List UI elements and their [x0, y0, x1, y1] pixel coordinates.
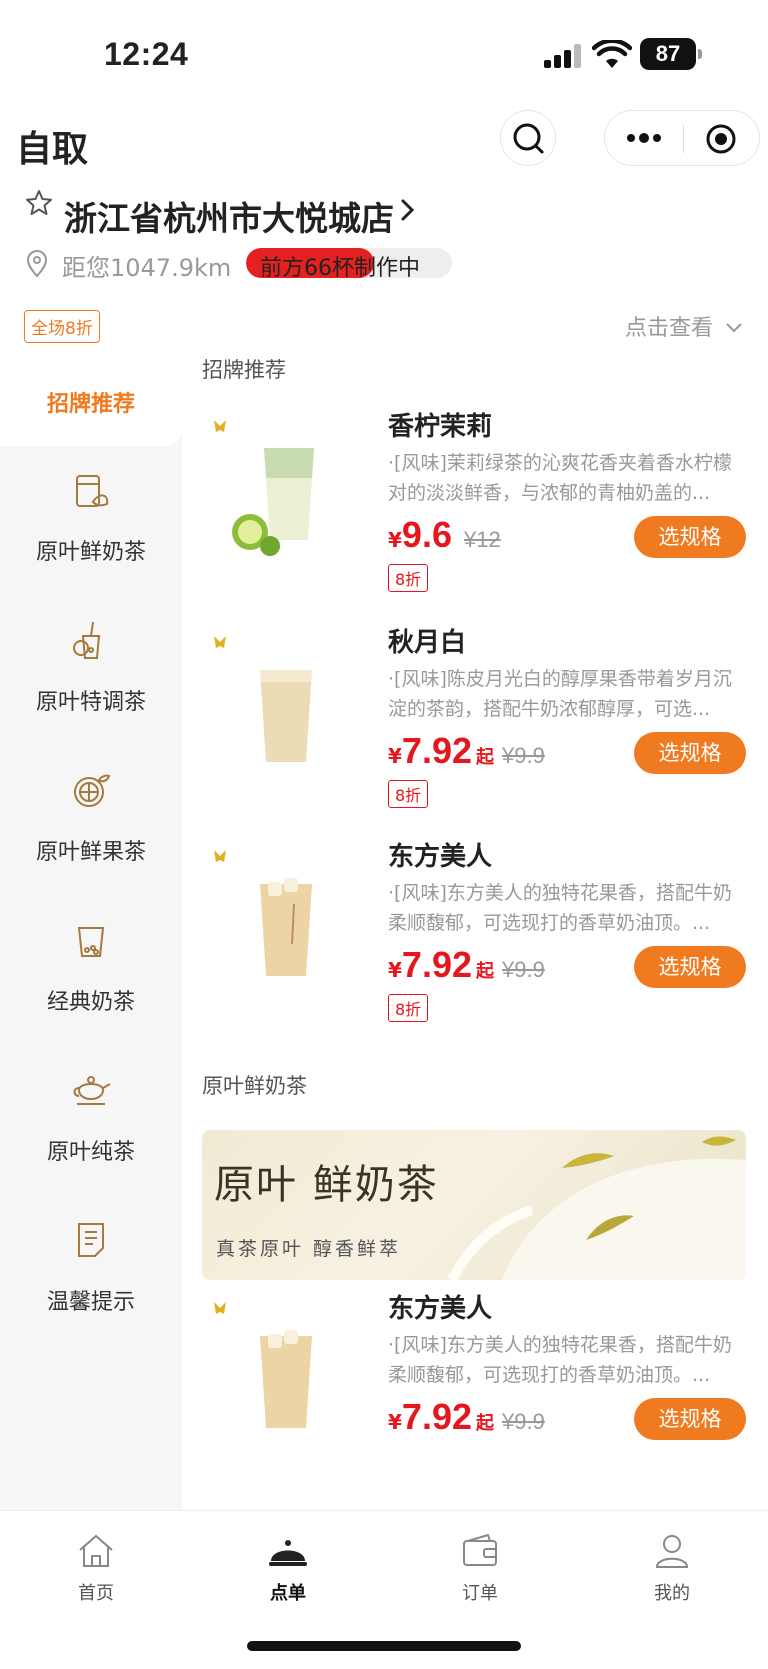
discount-badge: 8折: [388, 780, 429, 808]
sidebar-item-notice[interactable]: 温馨提示: [0, 1196, 182, 1346]
product-price: ¥7.92 起 ¥9.9: [388, 730, 545, 771]
banner-subtitle: 真茶原叶 醇香鲜萃: [216, 1238, 402, 1260]
tab-label: 我的: [654, 1583, 690, 1604]
sidebar-item-label: 招牌推荐: [46, 392, 135, 417]
product-image: [214, 420, 314, 556]
product-name: 秋月白: [388, 628, 467, 658]
queue-progress: 前方66杯制作中: [246, 248, 452, 278]
sidebar-item-label: 温馨提示: [46, 1290, 135, 1315]
product-image: [214, 636, 312, 762]
sidebar-item-classic-milk-tea[interactable]: 经典奶茶: [0, 896, 182, 1046]
header: 自取: [0, 110, 768, 182]
product-card[interactable]: 秋月白 ·[风味]陈皮月光白的醇厚果香带着岁月沉淀的茶韵，搭配牛奶浓郁醇厚，可选…: [182, 622, 768, 842]
product-card[interactable]: 东方美人 ·[风味]东方美人的独特花果香，搭配牛奶柔顺馥郁，可选现打的香草奶油顶…: [182, 836, 768, 1056]
star-icon[interactable]: [24, 188, 54, 218]
promo-badge: 全场8折: [24, 310, 100, 343]
boba-cup-icon: [77, 927, 105, 957]
tab-label: 订单: [462, 1583, 498, 1604]
signal-icon: [544, 44, 584, 68]
product-card[interactable]: 香柠茉莉 ·[风味]茉莉绿茶的沁爽花香夹着香水柠檬对的淡淡鲜香，与浓郁的青柚奶盖…: [182, 406, 768, 626]
select-spec-button[interactable]: 选规格: [634, 732, 746, 774]
discount-badge: 8折: [388, 564, 429, 592]
clock: 12:24: [104, 36, 189, 72]
special-tea-icon: [73, 621, 101, 659]
location-icon: [26, 250, 48, 278]
category-sidebar: 招牌推荐 原叶鲜奶茶 原叶特调茶 原叶鲜果茶 经典奶茶 原叶纯茶 温馨提示: [0, 350, 182, 1510]
banner-title: 原叶 鲜奶茶: [214, 1162, 439, 1208]
teapot-icon: [73, 1076, 111, 1105]
sidebar-item-label: 原叶纯茶: [46, 1140, 135, 1165]
battery-indicator: 87: [640, 38, 702, 70]
product-price: ¥7.92 起 ¥9.9: [388, 944, 545, 985]
product-card[interactable]: 东方美人 ·[风味]东方美人的独特花果香，搭配牛奶柔顺馥郁，可选现打的香草奶油顶…: [182, 1288, 768, 1508]
product-image: [214, 850, 312, 976]
select-spec-button[interactable]: 选规格: [634, 946, 746, 988]
view-promo-link[interactable]: 点击查看: [625, 310, 744, 342]
tab-label: 首页: [78, 1583, 114, 1604]
page-title: 自取: [16, 129, 89, 170]
section-title: 招牌推荐: [202, 358, 286, 382]
chevron-down-icon: [726, 323, 742, 333]
product-desc: ·[风味]东方美人的独特花果香，搭配牛奶柔顺馥郁，可选现打的香草奶油顶。...: [388, 882, 732, 934]
wallet-icon: [463, 1533, 497, 1566]
sidebar-item-label: 原叶鲜果茶: [35, 840, 146, 865]
lemon-icon: [74, 774, 111, 807]
notice-icon: [78, 1223, 104, 1257]
store-name: 浙江省杭州市大悦城店: [64, 199, 394, 238]
sidebar-item-featured[interactable]: 招牌推荐: [0, 350, 182, 446]
promo-row: 全场8折 点击查看: [24, 310, 744, 344]
tab-orders[interactable]: 订单: [384, 1511, 576, 1611]
sidebar-item-pure-tea[interactable]: 原叶纯茶: [0, 1046, 182, 1196]
home-indicator: [247, 1641, 521, 1651]
sidebar-item-label: 原叶特调茶: [35, 690, 146, 715]
search-button[interactable]: [500, 110, 556, 166]
category-banner: 原叶 鲜奶茶 真茶原叶 醇香鲜萃: [202, 1130, 746, 1280]
home-icon: [79, 1534, 113, 1567]
select-spec-button[interactable]: 选规格: [634, 1398, 746, 1440]
product-name: 东方美人: [388, 1294, 493, 1324]
select-spec-button[interactable]: 选规格: [634, 516, 746, 558]
tab-label: 点单: [270, 1583, 306, 1604]
status-bar: 12:24 87: [0, 0, 768, 110]
sidebar-item-fruit-tea[interactable]: 原叶鲜果茶: [0, 746, 182, 896]
product-price: ¥7.92 起 ¥9.9: [388, 1396, 545, 1437]
milk-tea-cup-icon: [76, 475, 109, 507]
discount-badge: 8折: [388, 994, 429, 1022]
product-image: [214, 1302, 312, 1428]
cloche-icon: [269, 1540, 307, 1566]
sidebar-item-label: 原叶鲜奶茶: [35, 540, 146, 565]
product-desc: ·[风味]陈皮月光白的醇厚果香带着岁月沉淀的茶韵，搭配牛奶浓郁醇厚，可选...: [388, 668, 732, 720]
product-list: 招牌推荐 香柠茉莉 ·[风味]茉莉绿茶的沁爽花香夹着香水柠檬对的淡淡鲜香，与浓郁…: [182, 350, 768, 1510]
queue-text: 前方66杯制作中: [260, 256, 420, 278]
product-price: ¥9.6 ¥12: [388, 514, 501, 555]
tab-profile[interactable]: 我的: [576, 1511, 768, 1611]
mini-program-capsule: [604, 110, 760, 166]
profile-icon: [655, 1535, 689, 1568]
section-title: 原叶鲜奶茶: [202, 1074, 307, 1098]
sidebar-item-label: 经典奶茶: [46, 990, 135, 1015]
close-target-icon[interactable]: [705, 123, 737, 155]
distance-text: 距您1047.9km: [62, 254, 232, 282]
more-icon[interactable]: [623, 123, 665, 153]
view-promo-label: 点击查看: [624, 316, 713, 341]
sidebar-item-special-tea[interactable]: 原叶特调茶: [0, 596, 182, 746]
chevron-right-icon: [401, 199, 415, 221]
wifi-icon: [592, 40, 632, 68]
product-name: 东方美人: [388, 842, 493, 872]
tab-home[interactable]: 首页: [0, 1511, 192, 1611]
store-distance-row: 距您1047.9km 前方66杯制作中: [24, 248, 744, 282]
sidebar-item-milk-tea[interactable]: 原叶鲜奶茶: [0, 446, 182, 596]
tab-order[interactable]: 点单: [192, 1511, 384, 1611]
product-name: 香柠茉莉: [388, 412, 493, 442]
product-desc: ·[风味]东方美人的独特花果香，搭配牛奶柔顺馥郁，可选现打的香草奶油顶。...: [388, 1334, 732, 1386]
search-icon: [513, 123, 544, 154]
product-desc: ·[风味]茉莉绿茶的沁爽花香夹着香水柠檬对的淡淡鲜香，与浓郁的青柚奶盖的...: [388, 452, 732, 504]
